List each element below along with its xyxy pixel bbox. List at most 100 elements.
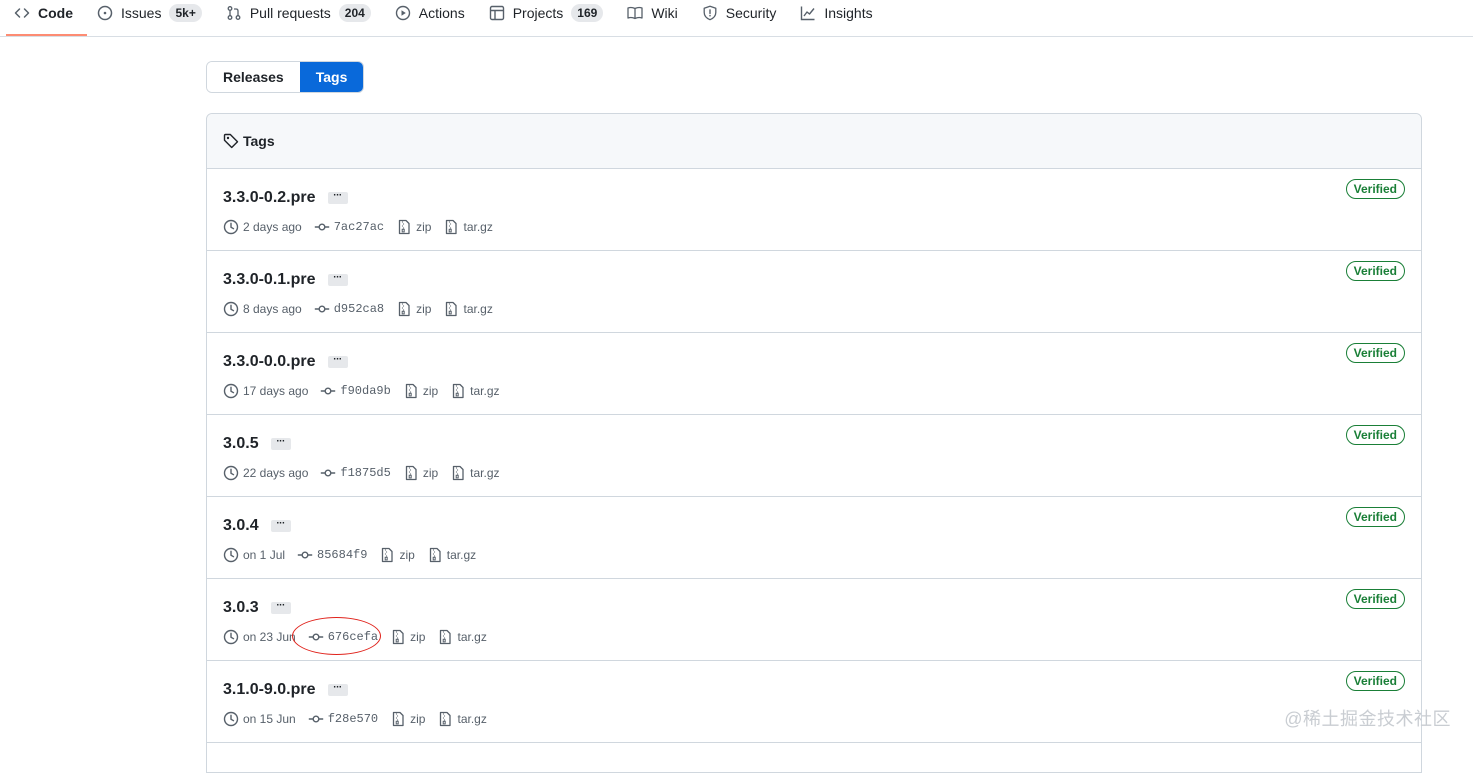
git-commit-icon xyxy=(320,465,336,481)
expand-ellipsis-button[interactable]: ··· xyxy=(271,520,291,532)
verified-badge[interactable]: Verified xyxy=(1346,261,1405,281)
clock-icon xyxy=(223,383,239,399)
nav-insights-label: Insights xyxy=(824,5,872,21)
zip-download[interactable]: zip xyxy=(390,711,425,727)
nav-security[interactable]: Security xyxy=(694,0,785,26)
tag-title-line: 3.3.0-0.2.pre ··· xyxy=(223,189,348,207)
nav-pull-requests[interactable]: Pull requests 204 xyxy=(218,0,379,26)
nav-projects[interactable]: Projects 169 xyxy=(481,0,612,26)
tag-name-link[interactable]: 3.0.5 xyxy=(223,435,259,453)
git-commit-icon xyxy=(320,383,336,399)
expand-ellipsis-button[interactable]: ··· xyxy=(271,602,291,614)
zip-link: zip xyxy=(410,630,425,644)
expand-ellipsis-button[interactable]: ··· xyxy=(328,356,348,368)
zip-download[interactable]: zip xyxy=(403,383,438,399)
expand-ellipsis-button[interactable]: ··· xyxy=(328,192,348,204)
zip-download[interactable]: zip xyxy=(390,629,425,645)
tag-name-link[interactable]: 3.0.4 xyxy=(223,517,259,535)
nav-issues[interactable]: Issues 5k+ xyxy=(89,0,210,26)
expand-ellipsis-button[interactable]: ··· xyxy=(271,438,291,450)
git-commit-icon xyxy=(308,629,324,645)
file-zip-icon xyxy=(450,465,466,481)
file-zip-icon xyxy=(450,383,466,399)
tag-date: 22 days ago xyxy=(223,465,308,481)
commit-sha-link[interactable]: f28e570 xyxy=(328,712,378,726)
nav-wiki[interactable]: Wiki xyxy=(619,0,685,26)
file-zip-icon xyxy=(437,629,453,645)
clock-icon xyxy=(223,547,239,563)
nav-actions[interactable]: Actions xyxy=(387,0,473,26)
clock-icon xyxy=(223,465,239,481)
git-commit-icon xyxy=(314,301,330,317)
commit-sha-link[interactable]: 7ac27ac xyxy=(334,220,384,234)
file-zip-icon xyxy=(427,547,443,563)
commit-sha-link[interactable]: f1875d5 xyxy=(340,466,390,480)
tags-button[interactable]: Tags xyxy=(300,62,364,92)
tag-name-link[interactable]: 3.3.0-0.0.pre xyxy=(223,353,316,371)
targz-download[interactable]: tar.gz xyxy=(450,383,499,399)
targz-link: tar.gz xyxy=(470,466,499,480)
zip-download[interactable]: zip xyxy=(403,465,438,481)
zip-download[interactable]: zip xyxy=(396,219,431,235)
book-icon xyxy=(627,5,643,21)
file-zip-icon xyxy=(396,219,412,235)
targz-link: tar.gz xyxy=(457,630,486,644)
targz-download[interactable]: tar.gz xyxy=(450,465,499,481)
nav-insights[interactable]: Insights xyxy=(792,0,880,26)
targz-download[interactable]: tar.gz xyxy=(437,711,486,727)
tag-date: on 15 Jun xyxy=(223,711,296,727)
tag-name-link[interactable]: 3.3.0-0.1.pre xyxy=(223,271,316,289)
zip-download[interactable]: zip xyxy=(379,547,414,563)
tag-name-link[interactable]: 3.3.0-0.2.pre xyxy=(223,189,316,207)
commit-sha-link[interactable]: f90da9b xyxy=(340,384,390,398)
verified-badge[interactable]: Verified xyxy=(1346,507,1405,527)
nav-code[interactable]: Code xyxy=(6,0,81,26)
nav-wiki-label: Wiki xyxy=(651,5,677,21)
tag-meta: on 15 Jun f28e570 zip tar.gz xyxy=(223,711,499,727)
expand-ellipsis-button[interactable]: ··· xyxy=(328,684,348,696)
tag-date-text: 17 days ago xyxy=(243,384,308,398)
verified-badge[interactable]: Verified xyxy=(1346,343,1405,363)
targz-download[interactable]: tar.gz xyxy=(443,219,492,235)
targz-download[interactable]: tar.gz xyxy=(443,301,492,317)
verified-badge[interactable]: Verified xyxy=(1346,425,1405,445)
expand-ellipsis-button[interactable]: ··· xyxy=(328,274,348,286)
tag-date: on 23 Jun xyxy=(223,629,296,645)
tag-meta: 8 days ago d952ca8 zip tar.gz xyxy=(223,301,505,317)
tag-commit: f1875d5 xyxy=(320,465,390,481)
tag-commit: 85684f9 xyxy=(297,547,367,563)
tag-row: 3.1.0-9.0.pre ··· on 15 Jun f28e570 zi xyxy=(207,661,1421,743)
zip-link: zip xyxy=(399,548,414,562)
tag-list: 3.3.0-0.2.pre ··· 2 days ago 7ac27ac z xyxy=(207,169,1421,743)
tag-row: 3.3.0-0.1.pre ··· 8 days ago d952ca8 z xyxy=(207,251,1421,333)
table-icon xyxy=(489,5,505,21)
targz-download[interactable]: tar.gz xyxy=(427,547,476,563)
commit-sha-link[interactable]: d952ca8 xyxy=(334,302,384,316)
zip-link: zip xyxy=(423,466,438,480)
file-zip-icon xyxy=(390,629,406,645)
verified-badge[interactable]: Verified xyxy=(1346,671,1405,691)
file-zip-icon xyxy=(443,219,459,235)
tag-date-text: on 23 Jun xyxy=(243,630,296,644)
tag-title-line: 3.0.5 ··· xyxy=(223,435,291,453)
nav-security-label: Security xyxy=(726,5,777,21)
tag-name-link[interactable]: 3.1.0-9.0.pre xyxy=(223,681,316,699)
commit-sha-link[interactable]: 676cefa xyxy=(328,630,378,644)
tag-date: 17 days ago xyxy=(223,383,308,399)
targz-link: tar.gz xyxy=(447,548,476,562)
verified-badge[interactable]: Verified xyxy=(1346,179,1405,199)
tag-date-text: on 1 Jul xyxy=(243,548,285,562)
verified-badge[interactable]: Verified xyxy=(1346,589,1405,609)
tag-date-text: 22 days ago xyxy=(243,466,308,480)
file-zip-icon xyxy=(390,711,406,727)
zip-download[interactable]: zip xyxy=(396,301,431,317)
tag-date-text: 2 days ago xyxy=(243,220,302,234)
pull-requests-counter: 204 xyxy=(339,4,371,22)
targz-download[interactable]: tar.gz xyxy=(437,629,486,645)
releases-button[interactable]: Releases xyxy=(207,62,300,92)
tag-meta: on 23 Jun 676cefa zip tar.gz xyxy=(223,629,499,645)
issues-counter: 5k+ xyxy=(169,4,201,22)
tag-name-link[interactable]: 3.0.3 xyxy=(223,599,259,617)
tag-row: 3.0.4 ··· on 1 Jul 85684f9 zip xyxy=(207,497,1421,579)
commit-sha-link[interactable]: 85684f9 xyxy=(317,548,367,562)
